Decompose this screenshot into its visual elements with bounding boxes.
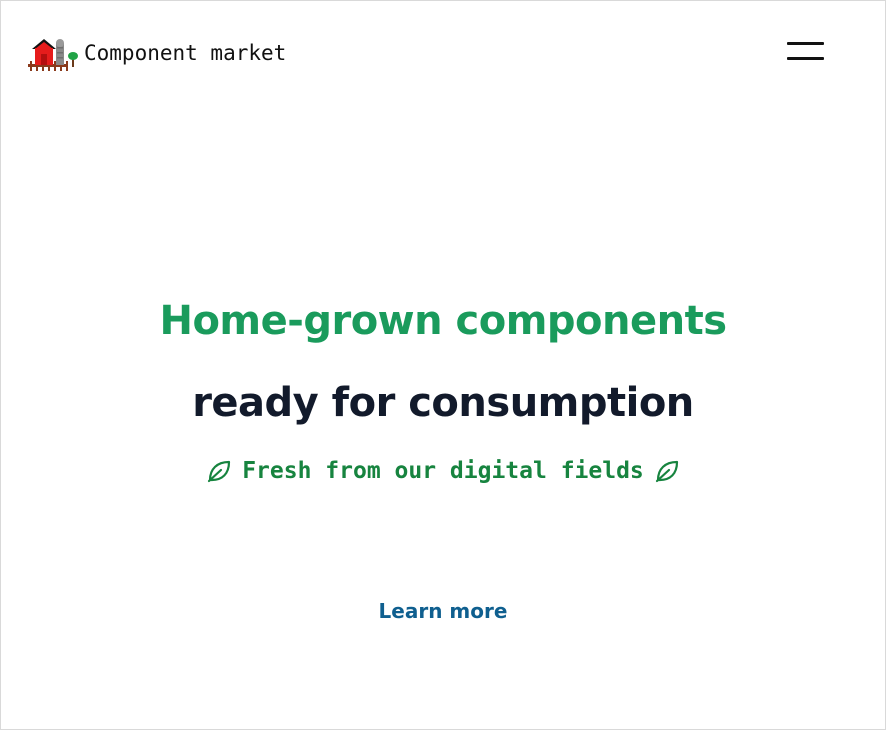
farm-barn-icon xyxy=(28,39,78,71)
hamburger-menu-button[interactable] xyxy=(781,37,829,69)
tagline-text: Fresh from our digital fields xyxy=(242,458,644,484)
brand-name: Component market xyxy=(84,41,287,65)
learn-more-link[interactable]: Learn more xyxy=(379,599,508,623)
hamburger-menu-icon-line xyxy=(787,57,824,60)
leaf-icon xyxy=(208,460,231,483)
brand-link[interactable]: Component market xyxy=(28,37,286,73)
site-header: Component market xyxy=(1,1,885,101)
page-frame: Component market Home-grown components r… xyxy=(0,0,886,730)
hero-headline-line2: ready for consumption xyxy=(192,380,694,426)
hero-headline-line1: Home-grown components xyxy=(159,298,727,344)
leaf-icon xyxy=(655,460,678,483)
hero-tagline: Fresh from our digital fields xyxy=(1,455,885,487)
learn-more-container: Learn more xyxy=(1,599,885,623)
hero-section: Home-grown components ready for consumpt… xyxy=(1,291,885,487)
hamburger-menu-icon xyxy=(787,42,824,45)
